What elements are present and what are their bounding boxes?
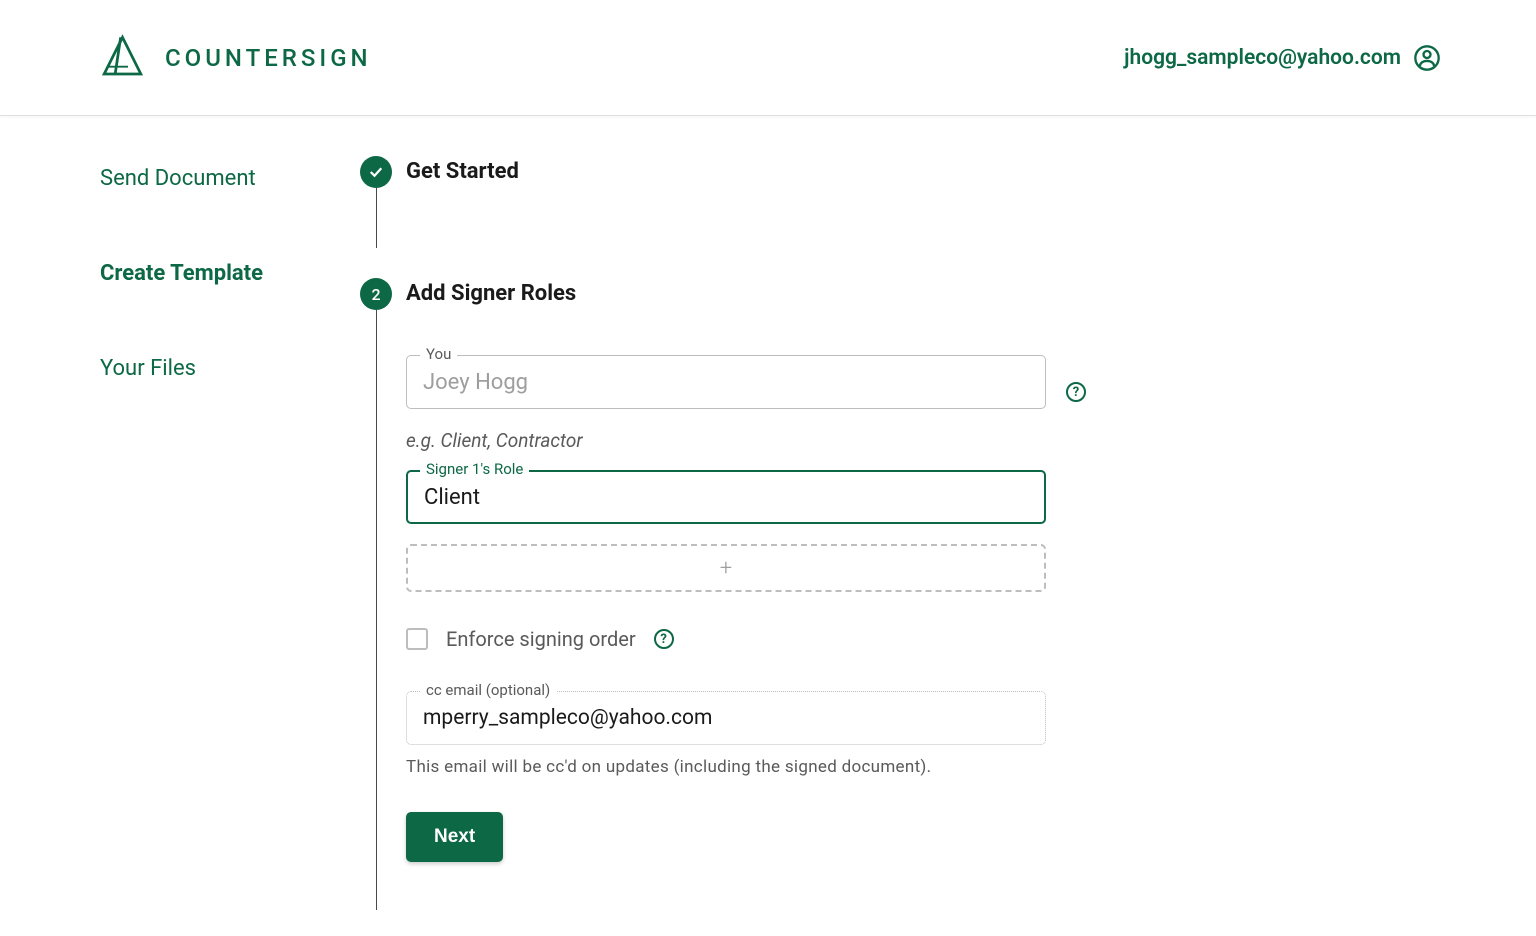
cc-email-input[interactable] bbox=[406, 691, 1046, 745]
cc-hint: This email will be cc'd on updates (incl… bbox=[406, 757, 1106, 777]
user-icon bbox=[1413, 44, 1441, 72]
step-connector-2 bbox=[376, 310, 377, 910]
user-email: jhogg_sampleco@yahoo.com bbox=[1124, 46, 1401, 70]
next-button[interactable]: Next bbox=[406, 812, 503, 862]
main-content: Send Document Create Template Your Files… bbox=[0, 116, 1536, 862]
sidebar-item-your-files[interactable]: Your Files bbox=[100, 356, 360, 451]
enforce-order-checkbox[interactable] bbox=[406, 628, 428, 650]
you-field-label: You bbox=[420, 345, 457, 363]
signer-role-field-group: Signer 1's Role bbox=[406, 470, 1106, 524]
cc-email-label: cc email (optional) bbox=[420, 681, 556, 699]
enforce-order-row: Enforce signing order ? bbox=[406, 627, 1106, 651]
you-field-group: You bbox=[406, 355, 1046, 409]
step-get-started: Get Started bbox=[360, 156, 1536, 188]
step-content: You ? e.g. Client, Contractor Signer 1's… bbox=[406, 310, 1106, 862]
wizard: Get Started 2 Add Signer Roles You ? e.g… bbox=[360, 156, 1536, 862]
step-indicator-2: 2 bbox=[360, 278, 392, 310]
signer-role-input[interactable] bbox=[406, 470, 1046, 524]
logo-text: COUNTERSIGN bbox=[165, 44, 372, 72]
logo-icon bbox=[95, 30, 150, 85]
add-signer-button[interactable]: + bbox=[406, 544, 1046, 592]
step-title-1: Get Started bbox=[406, 156, 519, 184]
step-indicator-1 bbox=[360, 156, 392, 188]
help-icon-you[interactable]: ? bbox=[1066, 382, 1086, 402]
sidebar-item-create-template[interactable]: Create Template bbox=[100, 261, 360, 356]
step-title-2: Add Signer Roles bbox=[406, 278, 576, 306]
check-icon bbox=[367, 163, 385, 181]
sidebar: Send Document Create Template Your Files bbox=[100, 156, 360, 862]
help-icon-enforce[interactable]: ? bbox=[654, 629, 674, 649]
plus-icon: + bbox=[720, 556, 732, 581]
cc-email-field-group: cc email (optional) bbox=[406, 691, 1046, 745]
sidebar-item-send-document[interactable]: Send Document bbox=[100, 166, 360, 261]
user-menu[interactable]: jhogg_sampleco@yahoo.com bbox=[1124, 44, 1441, 72]
role-hint: e.g. Client, Contractor bbox=[406, 429, 1106, 452]
step-add-signer-roles: 2 Add Signer Roles bbox=[360, 278, 1536, 310]
enforce-order-label: Enforce signing order bbox=[446, 627, 636, 651]
app-header: COUNTERSIGN jhogg_sampleco@yahoo.com bbox=[0, 0, 1536, 116]
you-field-input[interactable] bbox=[406, 355, 1046, 409]
step-connector-1 bbox=[376, 188, 377, 248]
signer-role-label: Signer 1's Role bbox=[420, 460, 529, 478]
logo[interactable]: COUNTERSIGN bbox=[95, 30, 372, 85]
step-number-2: 2 bbox=[371, 285, 380, 304]
